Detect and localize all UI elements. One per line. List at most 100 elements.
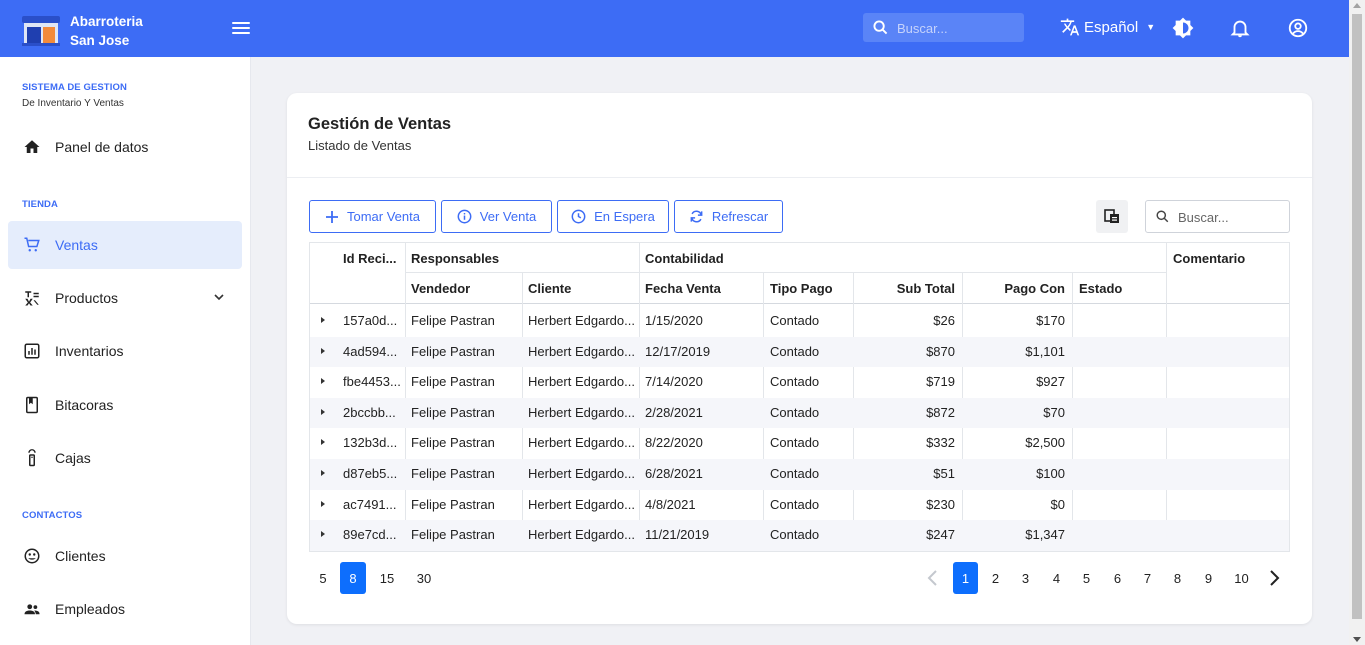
column-header-subtotal[interactable]: Sub Total [853,281,955,296]
page-button[interactable]: 4 [1044,562,1069,594]
cell-estado [1079,337,1163,368]
cell-id: fbe4453... [343,374,401,390]
sidebar-item-clientes[interactable]: Clientes [8,532,242,580]
page-button[interactable]: 6 [1105,562,1130,594]
account-icon[interactable] [1287,17,1309,39]
view-sale-label: Ver Venta [479,209,537,224]
store-logo-icon [22,16,60,46]
cell-comentario [1173,398,1283,429]
table-search-input[interactable] [1178,208,1283,226]
sidebar-item-label: Productos [55,290,119,306]
sidebar-item-productos[interactable]: Productos [8,274,242,322]
column-header-tipo-pago[interactable]: Tipo Pago [770,281,833,296]
sidebar-item-inventarios[interactable]: Inventarios [8,327,242,375]
column-header-comentario[interactable]: Comentario [1173,251,1245,266]
column-header-pago-con[interactable]: Pago Con [962,281,1065,296]
table-row[interactable]: 157a0d... Felipe Pastran Herbert Edgardo… [310,306,1289,337]
sidebar-item-empleados[interactable]: Empleados [8,585,242,633]
expand-row-icon[interactable] [321,531,325,538]
cell-fecha: 2/28/2021 [645,404,703,420]
cell-estado [1079,367,1163,398]
cell-comentario [1173,459,1283,490]
expand-row-icon[interactable] [321,439,325,446]
page-button[interactable]: 2 [983,562,1008,594]
table-search[interactable] [1145,200,1290,233]
chart-icon [24,343,40,359]
on-hold-button[interactable]: En Espera [557,200,669,233]
expand-row-icon[interactable] [321,317,325,323]
expand-row-icon[interactable] [321,408,325,415]
sidebar-item-bitacoras[interactable]: Bitacoras [8,381,242,429]
table-row[interactable]: d87eb5... Felipe Pastran Herbert Edgardo… [310,459,1289,490]
sidebar-item-ventas[interactable]: Ventas [8,221,242,269]
cell-tipo-pago: Contado [770,343,820,359]
sidebar-item-cajas[interactable]: Cajas [8,434,242,482]
expand-row-icon[interactable] [321,500,325,507]
page-button-active[interactable]: 1 [953,562,978,594]
group-header-responsables: Responsables [411,251,500,266]
take-sale-button[interactable]: Tomar Venta [309,200,436,233]
column-header-id[interactable]: Id Reci... [343,251,396,266]
menu-toggle-button[interactable] [232,19,252,37]
scroll-thumb[interactable] [1352,14,1362,619]
page-button[interactable]: 3 [1013,562,1038,594]
column-header-vendedor[interactable]: Vendedor [411,281,470,296]
cell-cliente: Herbert Edgardo... [528,435,635,451]
sidebar-item-label: Bitacoras [55,397,114,413]
chevron-right-icon[interactable] [1266,569,1282,587]
cell-fecha: 6/28/2021 [645,466,703,481]
page-size-option[interactable]: 15 [374,562,400,594]
cell-estado [1079,428,1163,459]
bell-icon[interactable] [1229,17,1251,39]
export-icon [1104,209,1119,223]
table-row[interactable]: fbe4453... Felipe Pastran Herbert Edgard… [310,367,1289,398]
page-size-option[interactable]: 5 [310,562,336,594]
cell-comentario [1173,490,1283,521]
cell-tipo-pago: Contado [770,527,820,543]
brand-name: Abarroteria San Jose [70,12,143,50]
sidebar-item-dashboard[interactable]: Panel de datos [8,123,242,171]
page-button[interactable]: 5 [1074,562,1099,594]
products-icon [25,291,39,306]
cell-cliente: Herbert Edgardo... [528,404,635,420]
table-row[interactable]: 89e7cd... Felipe Pastran Herbert Edgardo… [310,520,1289,551]
expand-row-icon[interactable] [321,470,325,476]
scroll-up-icon[interactable] [1353,3,1361,8]
expand-row-icon[interactable] [321,347,325,354]
view-sale-button[interactable]: Ver Venta [441,200,552,233]
expand-row-icon[interactable] [321,378,325,385]
language-selector[interactable]: Español ▼ [1060,17,1155,37]
page-size-option[interactable]: 30 [411,562,437,594]
cell-pago-con: $0 [1050,496,1065,512]
cell-fecha: 11/21/2019 [645,527,710,543]
page-button[interactable]: 10 [1229,562,1254,594]
cell-comentario [1173,520,1283,551]
scroll-down-icon[interactable] [1353,637,1361,642]
column-header-estado[interactable]: Estado [1079,281,1122,296]
refresh-button[interactable]: Refrescar [674,200,783,233]
chevron-left-icon[interactable] [925,569,941,587]
column-header-cliente[interactable]: Cliente [528,281,571,296]
cell-fecha: 12/17/2019 [645,343,711,359]
book-icon [26,396,38,414]
theme-toggle-icon[interactable] [1172,17,1194,39]
page-button[interactable]: 8 [1165,562,1190,594]
global-search[interactable] [863,13,1024,42]
page-button[interactable]: 9 [1196,562,1221,594]
cell-pago-con: $70 [1043,404,1065,420]
global-search-input[interactable] [897,18,1017,38]
cell-cliente: Herbert Edgardo... [528,527,635,543]
table-row[interactable]: ac7491... Felipe Pastran Herbert Edgardo… [310,490,1289,521]
cell-id: 89e7cd... [343,527,397,543]
table-row[interactable]: 2bccbb... Felipe Pastran Herbert Edgardo… [310,397,1289,429]
table-row[interactable]: 4ad594... Felipe Pastran Herbert Edgardo… [310,336,1289,368]
cell-tipo-pago: Contado [770,374,820,390]
page-size-option-active[interactable]: 8 [340,562,366,594]
page-button[interactable]: 7 [1135,562,1160,594]
table-row[interactable]: 132b3d... Felipe Pastran Herbert Edgardo… [310,428,1289,459]
chevron-down-icon [214,294,224,301]
page-scrollbar[interactable] [1349,0,1365,645]
export-button[interactable] [1096,200,1128,233]
cell-subtotal: $247 [926,527,955,543]
column-header-fecha[interactable]: Fecha Venta [645,281,721,296]
